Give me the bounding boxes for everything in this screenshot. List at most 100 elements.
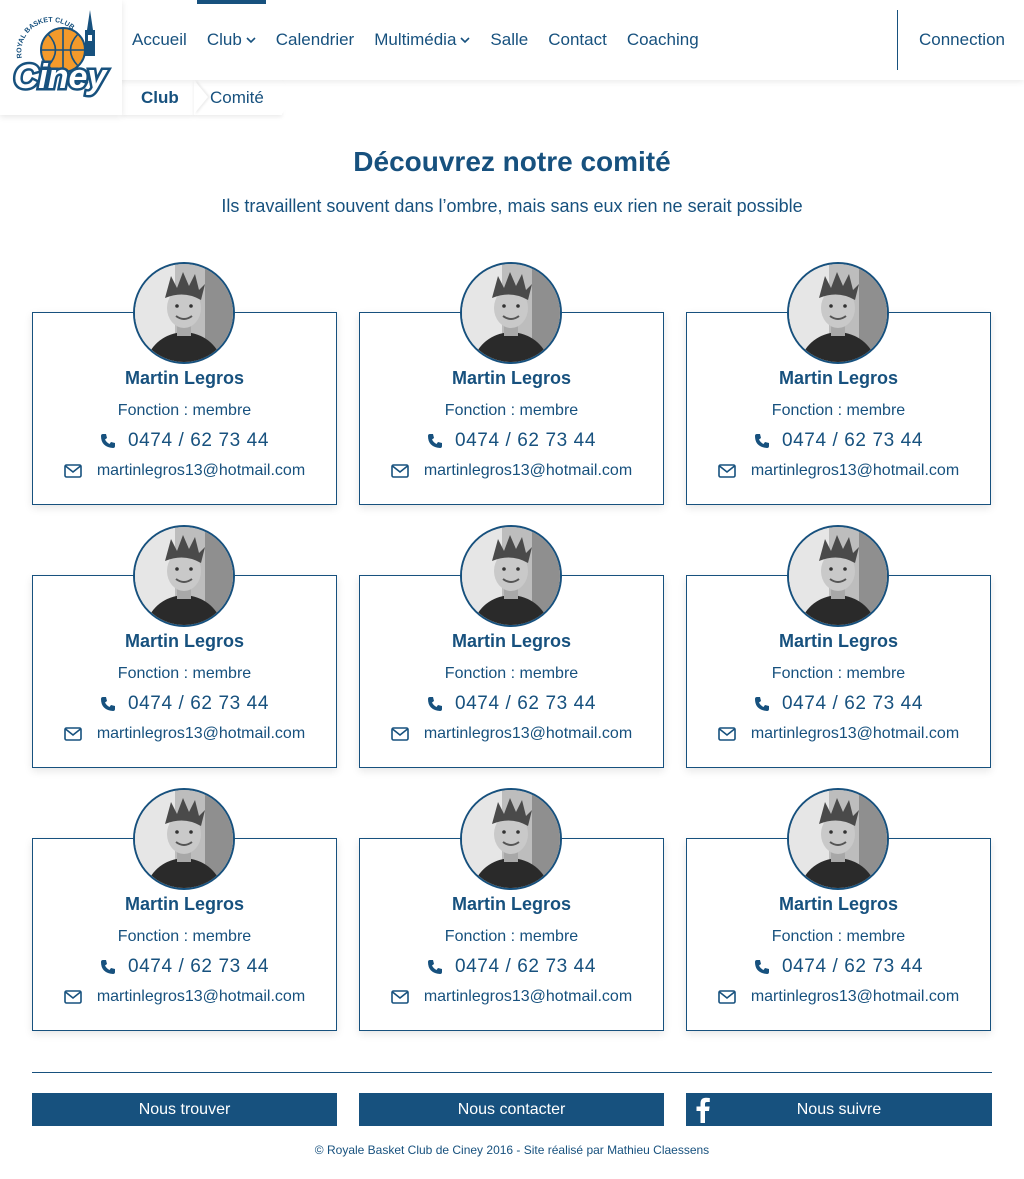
nav-label: Calendrier bbox=[275, 30, 355, 49]
member-name: Martin Legros bbox=[124, 894, 244, 914]
member-phone[interactable]: 0474 / 62 73 44 bbox=[32, 430, 337, 452]
logo[interactable]: ROYAL BASKET CLUB Ciney bbox=[0, 0, 122, 115]
member-phone[interactable]: 0474 / 62 73 44 bbox=[686, 956, 991, 978]
member-email[interactable]: martinlegros13@hotmail.com bbox=[359, 725, 664, 743]
member-phone[interactable]: 0474 / 62 73 44 bbox=[32, 693, 337, 715]
nav-label: Multimédia bbox=[374, 30, 457, 49]
member-role: Fonction : membre bbox=[117, 928, 252, 945]
member-name: Martin Legros bbox=[778, 631, 898, 651]
find-us-button[interactable]: Nous trouver bbox=[32, 1093, 337, 1126]
facebook-icon bbox=[696, 1097, 710, 1123]
member-email[interactable]: martinlegros13@hotmail.com bbox=[32, 725, 337, 743]
member-name: Martin Legros bbox=[451, 631, 571, 651]
chevron-down-icon bbox=[460, 37, 470, 44]
member-phone[interactable]: 0474 / 62 73 44 bbox=[359, 430, 664, 452]
envelope-icon bbox=[391, 727, 409, 741]
member-card: Martin Legros Fonction : membre 0474 / 6… bbox=[686, 788, 991, 1031]
member-phone[interactable]: 0474 / 62 73 44 bbox=[32, 956, 337, 978]
member-avatar bbox=[133, 788, 235, 890]
nav-item-club[interactable]: Club bbox=[196, 0, 266, 80]
phone-icon bbox=[754, 960, 769, 974]
person-photo-icon bbox=[789, 790, 887, 888]
club-logo-icon: ROYAL BASKET CLUB Ciney bbox=[11, 10, 111, 99]
member-avatar bbox=[460, 262, 562, 364]
member-email[interactable]: martinlegros13@hotmail.com bbox=[32, 462, 337, 480]
copyright: © Royale Basket Club de Ciney 2016 - Sit… bbox=[314, 1143, 710, 1157]
breadcrumb: Club Comité bbox=[122, 80, 296, 115]
follow-us-label: Nous suivre bbox=[796, 1100, 882, 1118]
person-photo-icon bbox=[135, 264, 233, 362]
member-name: Martin Legros bbox=[451, 368, 571, 388]
member-role: Fonction : membre bbox=[771, 665, 906, 682]
member-phone[interactable]: 0474 / 62 73 44 bbox=[359, 693, 664, 715]
breadcrumb-item-club[interactable]: Club bbox=[122, 80, 194, 115]
phone-icon bbox=[100, 960, 115, 974]
member-phone-text: 0474 / 62 73 44 bbox=[454, 693, 597, 714]
member-phone-text: 0474 / 62 73 44 bbox=[454, 956, 597, 977]
nav-label: Club bbox=[206, 30, 242, 49]
nav-label: Salle bbox=[490, 30, 529, 49]
member-email-text: martinlegros13@hotmail.com bbox=[750, 725, 960, 742]
member-email-text: martinlegros13@hotmail.com bbox=[423, 988, 633, 1005]
member-email[interactable]: martinlegros13@hotmail.com bbox=[686, 725, 991, 743]
member-role: Fonction : membre bbox=[771, 402, 906, 419]
envelope-icon bbox=[391, 464, 409, 478]
member-phone[interactable]: 0474 / 62 73 44 bbox=[686, 430, 991, 452]
person-photo-icon bbox=[135, 527, 233, 625]
nav-item-salle[interactable]: Salle bbox=[480, 0, 538, 80]
contact-us-button[interactable]: Nous contacter bbox=[359, 1093, 664, 1126]
phone-icon bbox=[427, 434, 442, 448]
follow-us-button[interactable]: Nous suivre bbox=[686, 1093, 992, 1126]
nav-item-coaching[interactable]: Coaching bbox=[617, 0, 709, 80]
nav-label: Accueil bbox=[132, 30, 187, 49]
member-phone[interactable]: 0474 / 62 73 44 bbox=[686, 693, 991, 715]
nav-item-accueil[interactable]: Accueil bbox=[122, 0, 197, 80]
contact-us-label: Nous contacter bbox=[457, 1100, 566, 1118]
person-photo-icon bbox=[789, 264, 887, 362]
envelope-icon bbox=[718, 727, 736, 741]
person-photo-icon bbox=[462, 790, 560, 888]
envelope-icon bbox=[391, 990, 409, 1004]
person-photo-icon bbox=[462, 264, 560, 362]
nav-item-multimedia[interactable]: Multimédia bbox=[364, 0, 480, 80]
envelope-icon bbox=[718, 990, 736, 1004]
envelope-icon bbox=[64, 727, 82, 741]
member-email[interactable]: martinlegros13@hotmail.com bbox=[32, 988, 337, 1006]
member-phone-text: 0474 / 62 73 44 bbox=[454, 430, 597, 451]
member-email-text: martinlegros13@hotmail.com bbox=[423, 725, 633, 742]
person-photo-icon bbox=[135, 790, 233, 888]
member-email-text: martinlegros13@hotmail.com bbox=[423, 462, 633, 479]
site-header: Accueil Club Calendrier Multimédia Salle… bbox=[0, 0, 1024, 80]
member-phone-text: 0474 / 62 73 44 bbox=[781, 956, 924, 977]
member-avatar bbox=[787, 262, 889, 364]
login-link[interactable]: Connection bbox=[919, 0, 1005, 80]
member-avatar bbox=[460, 525, 562, 627]
member-phone-text: 0474 / 62 73 44 bbox=[781, 693, 924, 714]
member-avatar bbox=[787, 788, 889, 890]
member-name: Martin Legros bbox=[124, 631, 244, 651]
member-phone-text: 0474 / 62 73 44 bbox=[127, 693, 270, 714]
nav-item-calendrier[interactable]: Calendrier bbox=[266, 0, 364, 80]
member-name: Martin Legros bbox=[451, 894, 571, 914]
member-email-text: martinlegros13@hotmail.com bbox=[96, 988, 306, 1005]
member-card: Martin Legros Fonction : membre 0474 / 6… bbox=[686, 525, 991, 768]
member-role: Fonction : membre bbox=[444, 402, 579, 419]
member-email[interactable]: martinlegros13@hotmail.com bbox=[359, 988, 664, 1006]
find-us-label: Nous trouver bbox=[138, 1100, 231, 1118]
member-email[interactable]: martinlegros13@hotmail.com bbox=[686, 988, 991, 1006]
member-phone[interactable]: 0474 / 62 73 44 bbox=[359, 956, 664, 978]
nav-label: Coaching bbox=[626, 30, 699, 49]
member-name: Martin Legros bbox=[124, 368, 244, 388]
member-email[interactable]: martinlegros13@hotmail.com bbox=[686, 462, 991, 480]
member-name: Martin Legros bbox=[778, 368, 898, 388]
member-email-text: martinlegros13@hotmail.com bbox=[750, 988, 960, 1005]
nav-item-contact[interactable]: Contact bbox=[538, 0, 617, 80]
member-email[interactable]: martinlegros13@hotmail.com bbox=[359, 462, 664, 480]
nav-label: Contact bbox=[548, 30, 607, 49]
phone-icon bbox=[754, 434, 769, 448]
member-card: Martin Legros Fonction : membre 0474 / 6… bbox=[359, 525, 664, 768]
nav-divider bbox=[897, 10, 898, 70]
envelope-icon bbox=[64, 464, 82, 478]
member-email-text: martinlegros13@hotmail.com bbox=[750, 462, 960, 479]
logo-wordmark: Ciney bbox=[14, 58, 109, 96]
